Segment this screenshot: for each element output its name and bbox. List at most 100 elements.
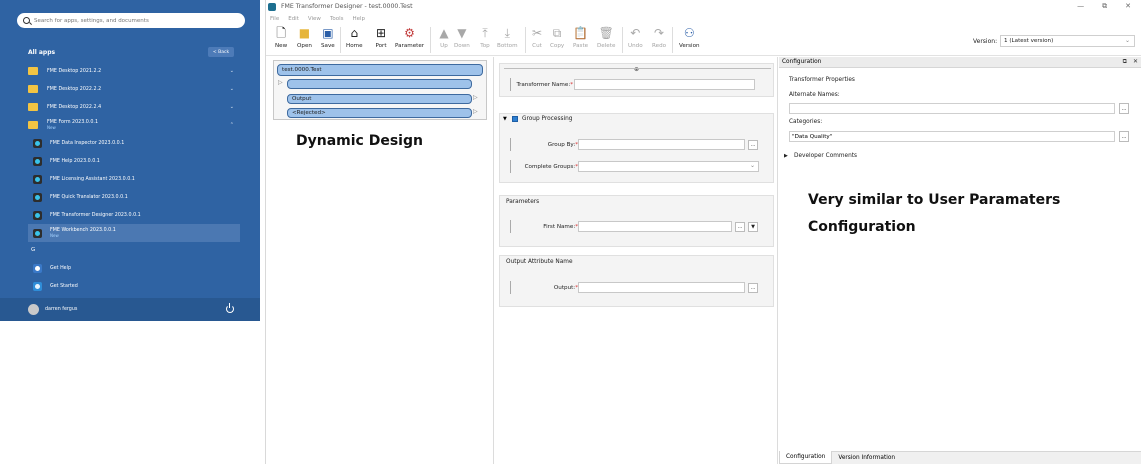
app-get-help[interactable]: Get Help [28, 260, 240, 276]
alternate-names-input[interactable] [789, 103, 1115, 114]
app-fme-licensing-assistant[interactable]: FME Licensing Assistant 2023.0.0.1 [28, 171, 240, 187]
paste-button[interactable]: 📋 Paste [573, 27, 588, 50]
complete-groups-select[interactable]: ⌄ [578, 161, 759, 172]
output-port[interactable]: Output [287, 94, 472, 104]
configuration-title: Configuration [782, 59, 822, 65]
app-fme-transformer-designer[interactable]: FME Transformer Designer 2023.0.0.1 [28, 207, 240, 223]
folder-fme-desktop-2022-2-4[interactable]: FME Desktop 2022.2.4 ⌄ [28, 99, 240, 115]
app-get-started[interactable]: Get Started [28, 278, 240, 294]
avatar[interactable] [28, 304, 39, 315]
scissors-icon: ✂ [531, 26, 543, 40]
version-button[interactable]: ⚇ Version [679, 26, 700, 50]
cut-button[interactable]: ✂ Cut [531, 26, 543, 50]
minimize-icon[interactable]: — [1077, 2, 1084, 11]
version-icon: ⚇ [683, 26, 695, 40]
collapse-arrow-icon[interactable]: ▼ [503, 116, 507, 122]
parameter-button[interactable]: ⚙ Parameter [395, 26, 425, 50]
folder-icon [28, 67, 38, 75]
group-processing-checkbox[interactable] [512, 116, 518, 122]
developer-comments-label[interactable]: Developer Comments [794, 153, 857, 159]
new-button[interactable]: 🗋 New [275, 27, 287, 50]
input-port[interactable] [287, 79, 472, 89]
first-name-input[interactable] [578, 221, 732, 232]
transformer-name-header[interactable]: test.0000.Test [277, 64, 483, 76]
parameter-label: Parameter [395, 43, 425, 49]
transformer-properties-label: Transformer Properties [789, 77, 855, 83]
copy-button[interactable]: ⧉ Copy [550, 27, 564, 50]
row-handle [510, 138, 511, 151]
back-button[interactable]: < Back [208, 47, 234, 57]
menu-file[interactable]: File [270, 16, 279, 22]
categories-browse-button[interactable]: ... [1119, 131, 1129, 142]
app-fme-quick-translator[interactable]: FME Quick Translator 2023.0.0.1 [28, 189, 240, 205]
categories-input[interactable]: "Data Quality" [789, 131, 1115, 142]
parameters-section-label: Parameters [506, 199, 540, 205]
fme-data-inspector-icon [33, 138, 42, 148]
folder-fme-desktop-2022-2-2[interactable]: FME Desktop 2022.2.2 ⌄ [28, 81, 240, 97]
down-button[interactable]: ▼ Down [454, 27, 470, 50]
fme-quick-translator-icon [33, 192, 42, 202]
delete-button[interactable]: 🗑 Delete [597, 27, 615, 50]
letter-header-g[interactable]: G [31, 247, 35, 253]
group-by-row: Group By:* ... [510, 137, 770, 152]
redo-button[interactable]: ↷ Redo [652, 26, 666, 50]
close-icon[interactable]: ✕ [1125, 2, 1131, 11]
top-button[interactable]: ⤒ Top [479, 26, 491, 50]
transformer-node[interactable]: test.0000.Test ▷ Output ▷ <Rejected> ▷ [273, 60, 487, 120]
arrow-up-icon: ▲ [439, 26, 449, 40]
close-pane-icon[interactable]: ✕ [1133, 58, 1138, 66]
group-by-browse-button[interactable]: ... [748, 139, 758, 150]
tab-configuration[interactable]: Configuration [779, 451, 833, 464]
transformer-name-input[interactable] [574, 79, 755, 90]
menu-edit[interactable]: Edit [288, 16, 299, 22]
open-button[interactable]: ■ Open [297, 27, 312, 50]
alternate-names-browse-button[interactable]: ... [1119, 103, 1129, 114]
rejected-port[interactable]: <Rejected> [287, 108, 472, 118]
group-by-input[interactable] [578, 139, 745, 150]
group-processing-group: ▼ Group Processing Group By:* ... Comple… [499, 113, 774, 183]
folder-fme-desktop-2021[interactable]: FME Desktop 2021.2.2 ⌄ [28, 63, 240, 79]
app-fme-data-inspector[interactable]: FME Data Inspector 2023.0.0.1 [28, 135, 240, 151]
parameter-gear-icon: ⚙ [404, 26, 415, 40]
folder-icon [28, 121, 38, 129]
bottom-button[interactable]: ⤓ Bottom [497, 26, 518, 50]
arrow-bottom-icon: ⤓ [504, 26, 510, 40]
row-handle [510, 78, 511, 91]
output-attribute-section-label: Output Attribute Name [506, 259, 573, 265]
fme-licensing-icon [33, 174, 42, 184]
up-button[interactable]: ▲ Up [438, 26, 450, 50]
folder-fme-form-2023[interactable]: FME Form 2023.0.0.1 New ⌃ [28, 117, 240, 133]
menu-view[interactable]: View [308, 16, 321, 22]
app-label: FME Transformer Designer 2023.0.0.1 [50, 212, 141, 218]
start-search-input[interactable] [34, 17, 234, 24]
complete-groups-row: Complete Groups:* ⌄ [510, 159, 770, 174]
arrow-top-icon: ⤒ [482, 26, 488, 40]
fme-workbench-icon [33, 228, 42, 238]
menu-tools[interactable]: Tools [330, 16, 344, 22]
start-search-box[interactable] [17, 13, 245, 28]
undo-button[interactable]: ↶ Undo [628, 27, 643, 50]
first-name-browse-button[interactable]: ... [735, 221, 745, 232]
output-input[interactable] [578, 282, 745, 293]
tab-version-information[interactable]: Version Information [832, 451, 901, 464]
home-button[interactable]: ⌂ Home [346, 26, 363, 50]
float-pane-icon[interactable]: ⧉ [1123, 58, 1127, 66]
save-button[interactable]: ▣ Save [321, 27, 335, 50]
output-browse-button[interactable]: ... [748, 282, 758, 293]
up-label: Up [440, 43, 448, 49]
home-icon: ⌂ [350, 26, 359, 40]
version-select[interactable]: 1 (Latest version) ⌄ [1000, 35, 1135, 47]
power-icon[interactable] [226, 303, 234, 313]
redo-icon: ↷ [654, 26, 665, 40]
chevron-up-icon: ⌃ [229, 122, 234, 128]
port-button[interactable]: ⊞ Port [375, 27, 387, 50]
user-name[interactable]: darren fergus [45, 307, 77, 312]
app-fme-workbench[interactable]: FME Workbench 2023.0.0.1 New [28, 224, 240, 242]
undo-label: Undo [628, 43, 643, 49]
app-fme-help[interactable]: FME Help 2023.0.0.1 [28, 153, 240, 169]
menu-help[interactable]: Help [353, 16, 366, 22]
expand-arrow-icon[interactable]: ▶ [784, 153, 788, 159]
restore-icon[interactable]: ⧉ [1102, 2, 1107, 11]
first-name-dropdown-button[interactable]: ▼ [748, 221, 758, 232]
title-bar: FME Transformer Designer - test.0000.Tes… [266, 0, 1141, 13]
